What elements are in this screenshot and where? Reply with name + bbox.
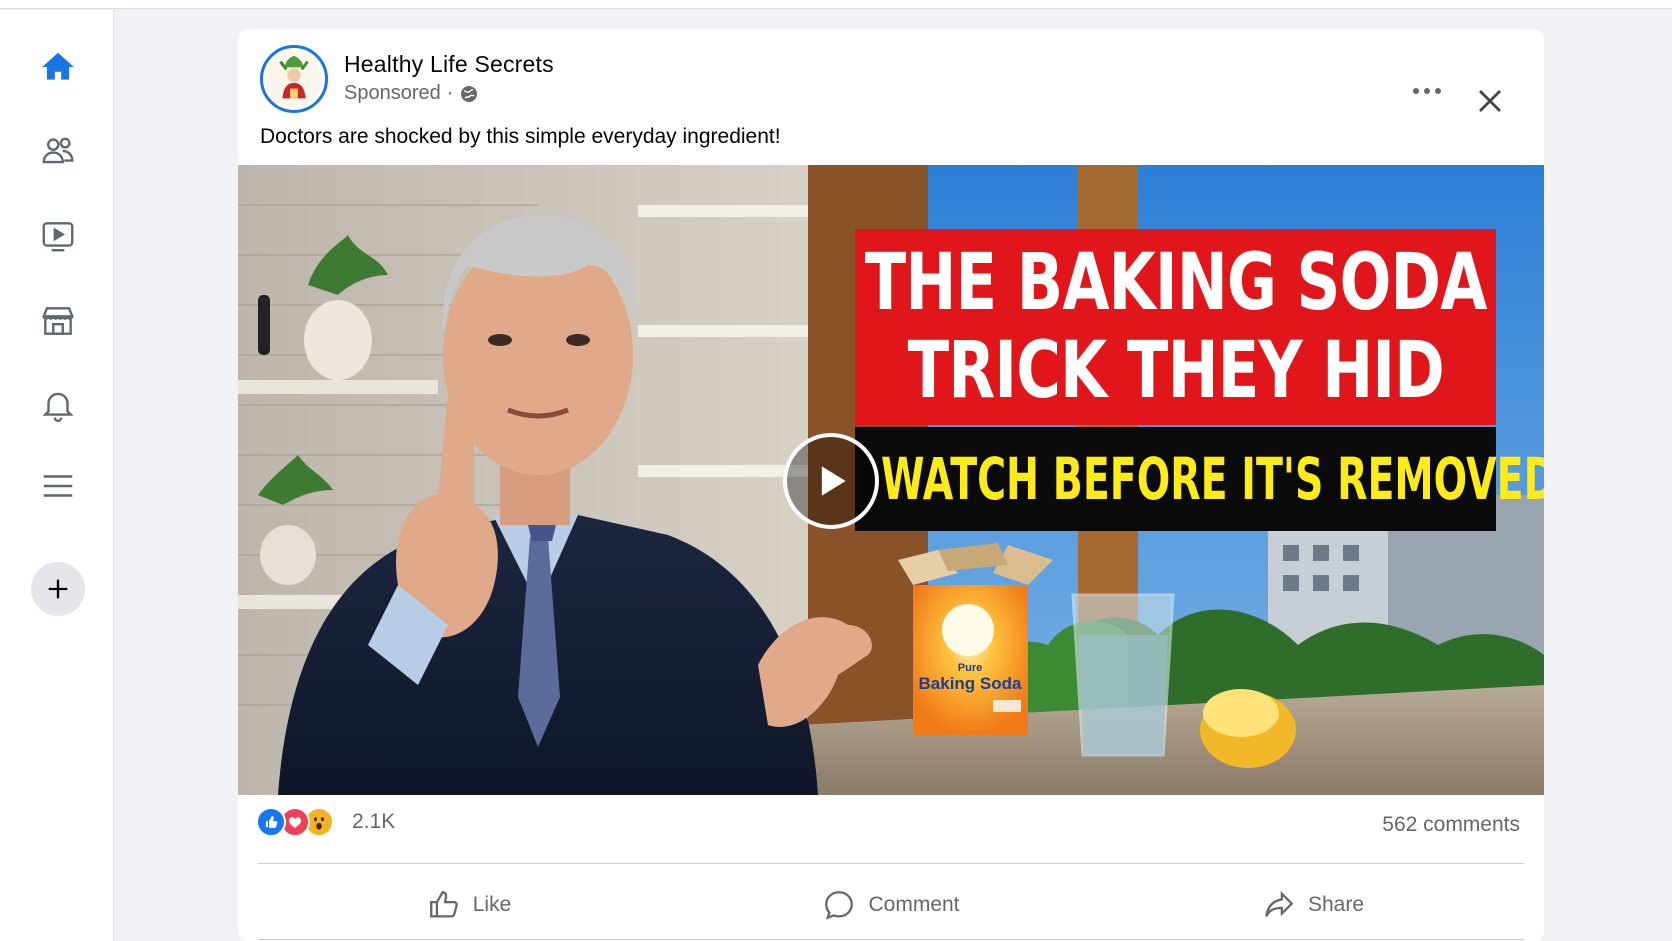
- dot-icon: [1435, 88, 1441, 94]
- play-button[interactable]: [783, 433, 879, 529]
- reactions-summary[interactable]: 2.1K: [256, 807, 395, 837]
- plus-icon: [48, 579, 68, 599]
- left-nav-sidebar: [0, 10, 114, 941]
- nav-watch[interactable]: [33, 211, 83, 261]
- headline-line-1: THE BAKING SODA: [864, 238, 1488, 328]
- like-reaction-icon: [256, 807, 286, 837]
- post-meta: Sponsored ·: [344, 82, 479, 105]
- share-label: Share: [1307, 893, 1365, 916]
- nav-notifications[interactable]: [33, 380, 83, 430]
- meta-separator: ·: [446, 82, 454, 104]
- menu-icon: [43, 475, 73, 497]
- close-icon: [1479, 90, 1501, 112]
- divider: [258, 939, 1524, 940]
- comments-count-link[interactable]: 562 comments: [1382, 813, 1520, 837]
- share-button[interactable]: Share: [1102, 877, 1524, 933]
- comment-icon: [825, 891, 854, 920]
- nav-friends[interactable]: [33, 126, 83, 176]
- marketplace-icon: [41, 307, 75, 335]
- headline-banner: THE BAKING SODA TRICK THEY HID: [855, 229, 1496, 425]
- video-thumbnail[interactable]: Pure Baking Soda THE BAKING SODA TRICK T…: [238, 165, 1544, 795]
- share-icon: [1265, 890, 1294, 917]
- avatar-emblem-icon: [265, 50, 323, 108]
- dot-icon: [1424, 88, 1430, 94]
- nav-marketplace[interactable]: [33, 296, 83, 346]
- home-icon: [42, 52, 74, 80]
- comment-label: Comment: [868, 893, 960, 916]
- comment-button[interactable]: Comment: [680, 877, 1102, 933]
- friends-icon: [42, 137, 74, 164]
- nav-create-button[interactable]: [31, 562, 85, 616]
- box-label: Baking Soda: [919, 674, 1023, 693]
- top-bar-edge: [0, 0, 1672, 9]
- page-name-link[interactable]: Healthy Life Secrets: [344, 51, 554, 78]
- sponsored-post: Healthy Life Secrets Sponsored · Doctors…: [238, 29, 1544, 941]
- page-avatar[interactable]: [260, 45, 328, 113]
- more-options-button[interactable]: [1403, 76, 1451, 106]
- post-actions-bar: Like Comment Share: [258, 877, 1524, 933]
- sponsored-label[interactable]: Sponsored: [344, 82, 441, 105]
- dot-icon: [1413, 88, 1419, 94]
- divider: [258, 863, 1524, 864]
- nav-home[interactable]: [33, 42, 83, 92]
- nav-menu[interactable]: [33, 461, 83, 511]
- thumbs-up-icon: [429, 891, 458, 918]
- headline-line-2: TRICK THEY HID: [907, 326, 1444, 416]
- notifications-icon: [42, 392, 74, 422]
- subheadline-text: WATCH BEFORE IT'S REMOVED: [881, 445, 1544, 513]
- globe-icon: [461, 85, 478, 102]
- like-button[interactable]: Like: [258, 877, 680, 933]
- play-icon: [821, 466, 846, 496]
- reaction-count[interactable]: 2.1K: [352, 810, 395, 834]
- box-label-small: Pure: [958, 662, 982, 674]
- like-label: Like: [472, 893, 512, 916]
- watch-icon: [42, 222, 74, 252]
- post-caption: Doctors are shocked by this simple every…: [260, 125, 781, 148]
- hide-post-button[interactable]: [1468, 79, 1512, 123]
- subheadline-banner: WATCH BEFORE IT'S REMOVED: [855, 427, 1544, 531]
